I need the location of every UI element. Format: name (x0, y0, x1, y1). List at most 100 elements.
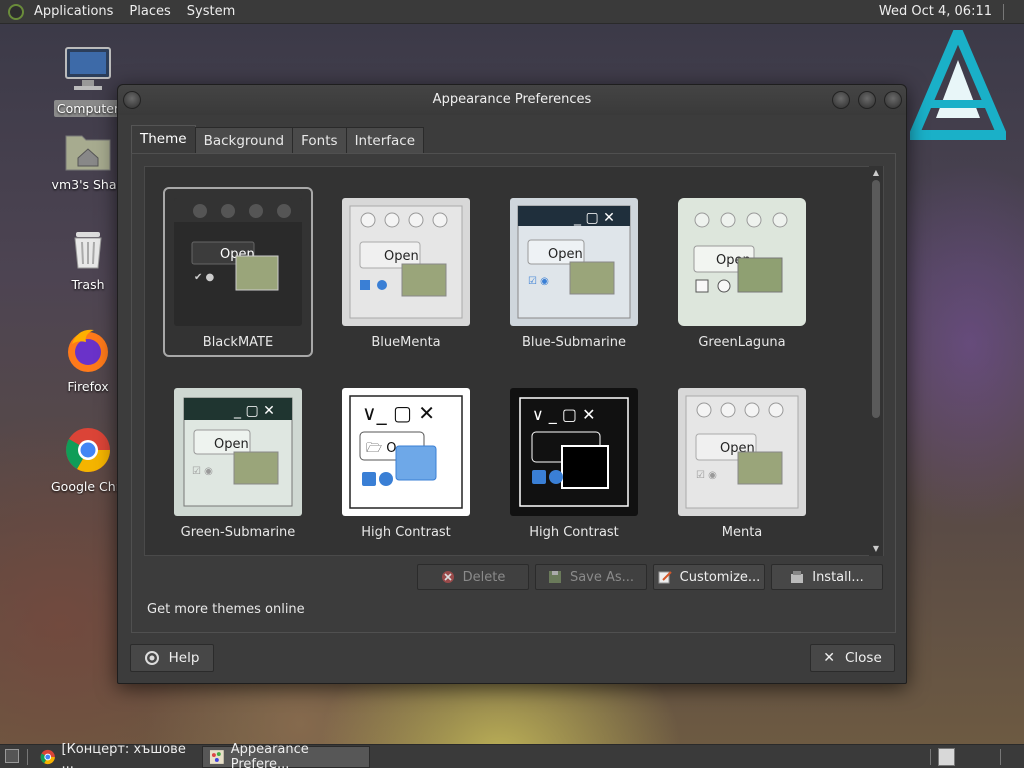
delete-label: Delete (462, 569, 506, 585)
theme-name: BlackMATE (202, 335, 274, 350)
close-label: Close (844, 650, 882, 666)
theme-preview-green-submarine: _ ▢ ✕ Open ☑ ◉ (174, 388, 302, 516)
taskbar-separator (930, 749, 931, 765)
theme-name: Green-Submarine (180, 525, 296, 540)
save-icon (548, 571, 561, 583)
tab-fonts[interactable]: Fonts (292, 127, 347, 154)
panel-separator (1003, 4, 1004, 20)
minimize-button[interactable] (832, 91, 850, 109)
thumb-open-label: Open (548, 247, 583, 262)
svg-text:☑ ◉: ☑ ◉ (528, 276, 549, 287)
help-icon (144, 651, 159, 665)
theme-name: Blue-Submarine (521, 335, 627, 350)
chrome-icon (40, 749, 55, 765)
thumb-open-label: Open (214, 437, 249, 452)
dialog-titlebar[interactable]: Appearance Preferences (118, 85, 906, 115)
theme-preview-greenlaguna: Open (678, 198, 806, 326)
panel-clock[interactable]: Wed Oct 4, 06:11 (879, 0, 992, 24)
task-label: Appearance Prefere... (230, 742, 309, 768)
theme-name: High Contrast (361, 525, 451, 540)
desktop-icon-label: Trash (71, 277, 105, 292)
logo-icon (910, 30, 1006, 140)
menu-applications[interactable]: Applications (26, 0, 121, 24)
task-appearance-window[interactable]: Appearance Prefere... (202, 742, 370, 768)
window-close-button[interactable] (884, 91, 902, 109)
theme-item-high-contrast-inverse[interactable]: ∨ _ ▢ ✕ High Contrast (499, 377, 649, 547)
desktop-icon-label: vm3's Shad (51, 177, 125, 192)
delete-button[interactable]: Delete (417, 564, 529, 590)
bottom-taskbar: [Концерт: хъшове ... Appearance Prefere.… (0, 742, 1024, 768)
theme-item-high-contrast[interactable]: ∨_ ▢ ✕ 🗁 O High Contrast (331, 377, 481, 547)
close-icon: ✕ (823, 650, 835, 666)
theme-list-scrollbar[interactable]: ▲ ▼ (869, 166, 883, 556)
svg-text:🗁 O: 🗁 O (366, 441, 397, 456)
save-as-label: Save As... (569, 569, 635, 585)
close-button[interactable]: ✕ Close (810, 644, 895, 672)
maximize-button[interactable] (858, 91, 876, 109)
trash-icon (74, 232, 102, 269)
scroll-up-icon[interactable]: ▲ (870, 168, 882, 178)
svg-text:✔ ●: ✔ ● (194, 272, 215, 283)
theme-preview-blue-submarine: _ ▢ ✕ Open ☑ ◉ (510, 198, 638, 326)
customize-icon (658, 571, 672, 584)
theme-item-menta[interactable]: Open ☑ ◉ Menta (667, 377, 817, 547)
appearance-preferences-dialog: Appearance Preferences Theme Background … (117, 84, 907, 684)
top-panel: Applications Places System Wed Oct 4, 06… (0, 0, 1024, 24)
tab-interface[interactable]: Interface (345, 127, 425, 154)
workspace-switcher[interactable] (938, 748, 955, 766)
svg-text:☑ ◉: ☑ ◉ (192, 466, 213, 477)
theme-item-blackmate[interactable]: Open ✔ ● BlackMATE (163, 187, 313, 357)
svg-text:_ ▢ ✕: _ ▢ ✕ (573, 210, 615, 226)
theme-list: Open ✔ ● BlackMATE Open BlueMenta _ ▢ ✕ … (144, 166, 884, 556)
theme-name: GreenLaguna (698, 335, 786, 350)
save-as-button[interactable]: Save As... (535, 564, 647, 590)
appearance-icon (209, 750, 224, 764)
install-button[interactable]: Install... (771, 564, 883, 590)
thumb-open-label: Open (384, 249, 419, 264)
get-more-themes-link[interactable]: Get more themes online (147, 602, 305, 617)
theme-tab-panel: Open ✔ ● BlackMATE Open BlueMenta _ ▢ ✕ … (131, 153, 896, 633)
tab-theme[interactable]: Theme (131, 125, 196, 154)
task-label: [Концерт: хъшове ... (61, 742, 186, 768)
install-label: Install... (812, 569, 864, 585)
desktop-icon-label: Computer (53, 100, 123, 117)
theme-name: BlueMenta (371, 335, 441, 350)
theme-name: Menta (721, 525, 763, 540)
desktop-icon-label: Firefox (67, 379, 109, 394)
show-desktop-button[interactable] (5, 749, 19, 763)
svg-text:_ ▢ ✕: _ ▢ ✕ (233, 403, 275, 419)
firefox-icon (68, 329, 108, 372)
theme-item-bluementa[interactable]: Open BlueMenta (331, 187, 481, 357)
theme-item-greenlaguna[interactable]: Open GreenLaguna (667, 187, 817, 357)
tab-bar: Theme Background Fonts Interface (131, 125, 425, 154)
theme-preview-high-contrast: ∨_ ▢ ✕ 🗁 O (342, 388, 470, 516)
svg-text:∨_ ▢ ✕: ∨_ ▢ ✕ (362, 401, 435, 425)
home-folder-icon (65, 135, 111, 171)
theme-name: High Contrast (529, 525, 619, 540)
chrome-icon (66, 428, 110, 472)
tab-background[interactable]: Background (194, 127, 294, 154)
delete-icon (441, 571, 454, 583)
menu-system[interactable]: System (179, 0, 243, 24)
theme-item-blue-submarine[interactable]: _ ▢ ✕ Open ☑ ◉ Blue-Submarine (499, 187, 649, 357)
panel-menu-bar: Applications Places System (0, 0, 243, 24)
help-label: Help (168, 650, 200, 666)
theme-preview-high-contrast-inverse: ∨ _ ▢ ✕ (510, 388, 638, 516)
customize-label: Customize... (679, 569, 761, 585)
theme-item-green-submarine[interactable]: _ ▢ ✕ Open ☑ ◉ Green-Submarine (163, 377, 313, 547)
mate-logo-icon[interactable] (8, 3, 24, 20)
task-chrome-window[interactable]: [Концерт: хъшове ... (34, 742, 198, 768)
svg-text:☑ ◉: ☑ ◉ (696, 470, 717, 481)
help-button[interactable]: Help (130, 644, 214, 672)
taskbar-separator (27, 749, 28, 765)
svg-text:∨ _ ▢ ✕: ∨ _ ▢ ✕ (532, 405, 596, 425)
theme-preview-menta: Open ☑ ◉ (678, 388, 806, 516)
scroll-thumb[interactable] (872, 180, 880, 418)
theme-preview-blackmate: Open ✔ ● (174, 198, 302, 326)
scroll-down-icon[interactable]: ▼ (870, 544, 882, 554)
computer-icon (65, 47, 111, 90)
customize-button[interactable]: Customize... (653, 564, 765, 590)
desktop-icon-label: Google Chro (51, 479, 128, 494)
menu-places[interactable]: Places (121, 0, 178, 24)
dialog-title: Appearance Preferences (432, 92, 592, 107)
